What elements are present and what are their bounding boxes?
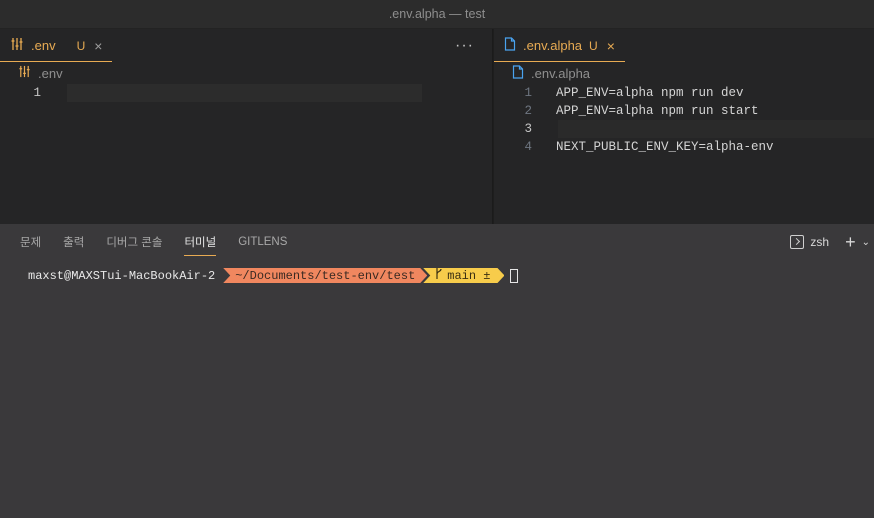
- untracked-badge: U: [76, 38, 86, 53]
- untracked-badge: U: [589, 38, 598, 53]
- editor-pane-right: .env.alpha U × .env.alpha 1 APP_ENV=alph…: [494, 29, 874, 224]
- terminal-icon[interactable]: [790, 235, 805, 249]
- terminal-prompt[interactable]: maxst@MAXSTui-MacBookAir-2 ~/Documents/t…: [28, 268, 519, 283]
- code-editor-left[interactable]: 1: [0, 84, 492, 102]
- tab-env-alpha[interactable]: .env.alpha U ×: [494, 29, 625, 62]
- code-line[interactable]: 1 APP_ENV=alpha npm run dev: [494, 84, 874, 102]
- terminal-cursor: [510, 268, 519, 283]
- tab-terminal[interactable]: 터미널: [184, 224, 216, 260]
- line-number: 1: [524, 86, 532, 100]
- close-icon[interactable]: ×: [607, 38, 615, 54]
- line-number: 2: [524, 104, 532, 118]
- settings-sliders-icon: [18, 65, 31, 81]
- code-editor-right[interactable]: 1 APP_ENV=alpha npm run dev 2 APP_ENV=al…: [494, 84, 874, 156]
- tab-output[interactable]: 출력: [63, 224, 84, 260]
- prompt-path-segment: ~/Documents/test-env/test: [223, 268, 427, 283]
- code-line[interactable]: 1: [0, 84, 492, 102]
- current-line-highlight: [67, 84, 422, 102]
- current-line-highlight: [558, 120, 874, 138]
- breadcrumb-file: .env: [38, 65, 63, 81]
- code-line[interactable]: 2 APP_ENV=alpha npm run start: [494, 102, 874, 120]
- close-icon[interactable]: ×: [94, 38, 102, 54]
- tab-label: .env.alpha: [523, 38, 583, 53]
- settings-sliders-icon: [10, 37, 24, 54]
- prompt-git-segment: main ±: [423, 268, 504, 283]
- tab-debug-console[interactable]: 디버그 콘솔: [106, 224, 162, 260]
- line-text: NEXT_PUBLIC_ENV_KEY=alpha-env: [556, 140, 774, 154]
- line-text: APP_ENV=alpha npm run dev: [556, 86, 744, 100]
- line-text: APP_ENV=alpha npm run start: [556, 104, 759, 118]
- window-titlebar: .env.alpha — test: [0, 0, 874, 29]
- breadcrumb[interactable]: .env.alpha: [494, 62, 874, 84]
- code-line[interactable]: 3: [494, 120, 874, 138]
- bottom-panel: 문제 출력 디버그 콘솔 터미널 GITLENS zsh + ⌄ maxst@M…: [0, 224, 874, 518]
- chevron-down-icon[interactable]: ⌄: [862, 237, 870, 248]
- prompt-user: maxst@MAXSTui-MacBookAir-2: [28, 268, 216, 283]
- shell-name[interactable]: zsh: [810, 235, 829, 249]
- file-icon: [504, 37, 516, 54]
- file-icon: [512, 64, 524, 82]
- git-branch-icon: [435, 268, 442, 283]
- tab-gitlens[interactable]: GITLENS: [238, 224, 287, 260]
- line-number: 4: [524, 140, 532, 154]
- line-number: 3: [524, 122, 532, 136]
- code-line[interactable]: 4 NEXT_PUBLIC_ENV_KEY=alpha-env: [494, 138, 874, 156]
- editor-pane-left: .env U × ··· .env 1: [0, 29, 493, 224]
- line-number: 1: [33, 86, 41, 100]
- panel-actions: zsh + ⌄: [790, 224, 874, 260]
- add-terminal-icon[interactable]: +: [845, 233, 856, 251]
- panel-tab-bar: 문제 출력 디버그 콘솔 터미널 GITLENS: [0, 224, 874, 260]
- tab-bar-left: .env U × ···: [0, 29, 492, 62]
- more-actions-icon[interactable]: ···: [455, 37, 474, 55]
- breadcrumb[interactable]: .env: [0, 62, 492, 84]
- tab-bar-right: .env.alpha U ×: [494, 29, 874, 62]
- window-title: .env.alpha — test: [388, 7, 486, 21]
- git-branch-label: main ±: [447, 268, 491, 283]
- tab-env[interactable]: .env U ×: [0, 29, 113, 62]
- tab-label: .env: [31, 38, 56, 53]
- breadcrumb-file: .env.alpha: [531, 65, 591, 81]
- tab-problems[interactable]: 문제: [20, 224, 41, 260]
